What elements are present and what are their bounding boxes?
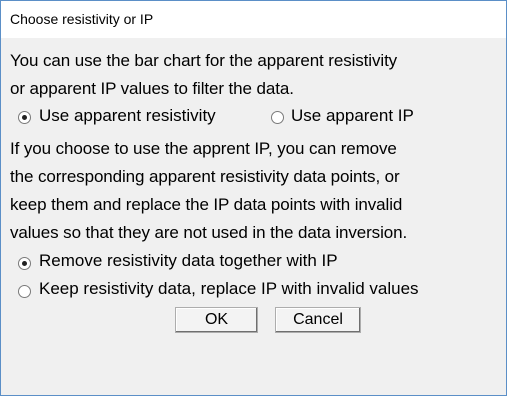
- cancel-button[interactable]: Cancel: [275, 307, 361, 333]
- explanation-text-line-2: the corresponding apparent resistivity d…: [10, 167, 400, 186]
- use-apparent-resistivity-label[interactable]: Use apparent resistivity: [39, 106, 216, 126]
- use-apparent-resistivity-radio[interactable]: [18, 111, 31, 124]
- use-apparent-ip-radio[interactable]: [271, 111, 284, 124]
- dialog-title: Choose resistivity or IP: [10, 11, 154, 27]
- intro-text-line-2: or apparent IP values to filter the data…: [10, 79, 294, 98]
- use-apparent-ip-label[interactable]: Use apparent IP: [291, 106, 414, 126]
- title-bar: Choose resistivity or IP: [1, 1, 506, 38]
- explanation-text-line-1: If you choose to use the apprent IP, you…: [10, 139, 397, 158]
- remove-resistivity-data-radio[interactable]: [18, 257, 31, 270]
- ok-button[interactable]: OK: [175, 307, 258, 333]
- keep-resistivity-data-radio[interactable]: [18, 285, 31, 298]
- explanation-text-line-4: values so that they are not used in the …: [10, 223, 408, 242]
- choose-resistivity-or-ip-dialog: Choose resistivity or IP You can use the…: [0, 0, 507, 396]
- keep-resistivity-data-label[interactable]: Keep resistivity data, replace IP with i…: [39, 279, 419, 299]
- intro-text-line-1: You can use the bar chart for the appare…: [10, 51, 398, 70]
- remove-resistivity-data-label[interactable]: Remove resistivity data together with IP: [39, 251, 338, 271]
- explanation-text-line-3: keep them and replace the IP data points…: [10, 195, 403, 214]
